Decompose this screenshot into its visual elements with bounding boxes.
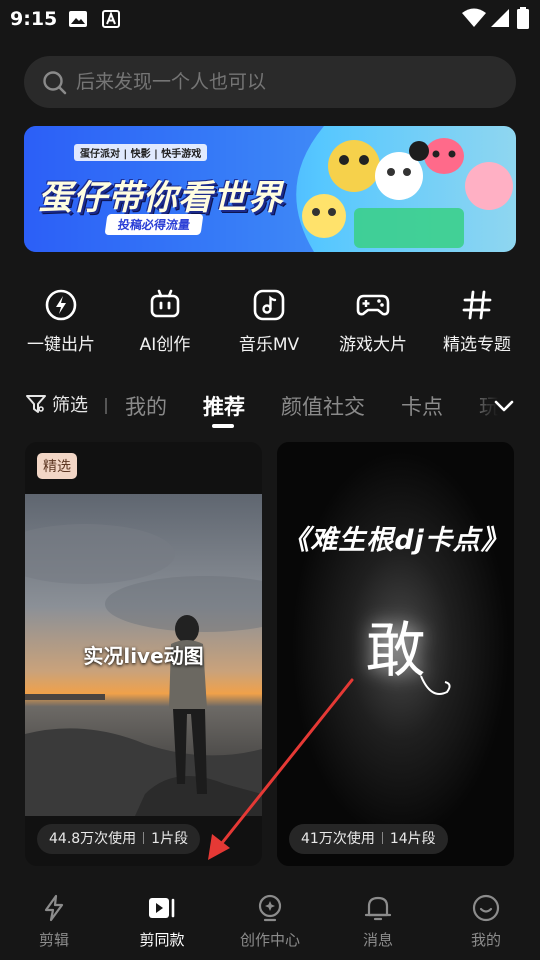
- search-icon: [43, 71, 67, 95]
- banner-brands: 蛋仔派对 | 快影 | 快手游戏: [74, 144, 208, 161]
- usage-count: 44.8万次使用: [49, 831, 137, 847]
- bulb-icon: [258, 894, 282, 922]
- robot-icon: [150, 289, 180, 318]
- center-calligraphy: 敢: [365, 616, 426, 686]
- quick-tools: 一键出片 AI创作 音乐MV 游戏大片 精选专题: [0, 284, 540, 364]
- tool-game-video[interactable]: 游戏大片: [319, 284, 427, 364]
- lightning-icon: [44, 894, 64, 922]
- tool-ai-create[interactable]: AI创作: [111, 284, 219, 364]
- music-note-icon: [253, 289, 285, 321]
- banner-cta: 投稿必得流量: [104, 214, 204, 235]
- status-bar: 9:15: [0, 0, 540, 38]
- tool-music-mv[interactable]: 音乐MV: [215, 284, 323, 364]
- tab-mine[interactable]: 我的: [125, 391, 167, 421]
- promo-banner[interactable]: 蛋仔派对 | 快影 | 快手游戏 蛋仔带你看世界 投稿必得流量: [24, 126, 516, 252]
- battery-icon: [517, 7, 529, 29]
- segment-count: 14片段: [389, 831, 436, 847]
- template-card[interactable]: 《难生根dj卡点》 敢 41万次使用 14片段: [277, 442, 514, 866]
- signal-icon: [491, 9, 509, 27]
- featured-badge: 精选: [37, 453, 77, 479]
- tool-label: AI创作: [139, 335, 191, 355]
- nav-creator-center[interactable]: 创作中心: [216, 880, 324, 960]
- nav-template[interactable]: 剪同款: [108, 880, 216, 960]
- active-tab-indicator: [212, 424, 234, 428]
- bottom-navigation: 剪辑 剪同款 创作中心 消息 我的: [0, 880, 540, 960]
- chevron-down-icon[interactable]: [492, 396, 516, 416]
- filter-icon: [26, 395, 46, 413]
- tab-beat-sync[interactable]: 卡点: [401, 391, 443, 421]
- nav-label: 创作中心: [239, 931, 300, 949]
- nav-edit[interactable]: 剪辑: [0, 880, 108, 960]
- bell-icon: [364, 896, 392, 921]
- usage-stats: 41万次使用 14片段: [289, 824, 448, 854]
- text-notification-icon: [102, 10, 120, 28]
- tab-recommended[interactable]: 推荐: [203, 391, 245, 421]
- tool-featured-topics[interactable]: 精选专题: [423, 284, 531, 364]
- tool-one-click[interactable]: 一键出片: [7, 284, 115, 364]
- nav-profile[interactable]: 我的: [432, 880, 540, 960]
- filter-label: 筛选: [52, 395, 88, 416]
- video-play-icon: [149, 898, 175, 918]
- lightning-circle-icon: [45, 289, 77, 321]
- status-time: 9:15: [10, 8, 58, 30]
- nav-label: 我的: [470, 931, 501, 949]
- usage-stats: 44.8万次使用 1片段: [37, 824, 201, 854]
- tool-label: 音乐MV: [238, 335, 300, 355]
- category-tabs: 筛选 我的 推荐 颜值社交 卡点 玩: [0, 382, 540, 430]
- nav-label: 消息: [362, 931, 393, 949]
- card-overlay-text: 实况live动图: [83, 644, 204, 668]
- gamepad-icon: [356, 294, 390, 316]
- tool-label: 精选专题: [443, 335, 511, 355]
- nav-label: 剪同款: [139, 931, 185, 949]
- tab-looks-social[interactable]: 颜值社交: [281, 391, 365, 421]
- tool-label: 一键出片: [27, 335, 95, 355]
- nav-label: 剪辑: [38, 931, 69, 949]
- calligraphy-flourish: [420, 675, 451, 695]
- card-overlay-text: 《难生根dj卡点》: [282, 525, 509, 556]
- template-card[interactable]: 精选 实况live动图 44.8万次使用 1片段: [25, 442, 262, 866]
- hashtag-icon: [462, 290, 492, 320]
- smile-icon: [472, 894, 500, 922]
- gallery-notification-icon: [69, 11, 87, 27]
- nav-messages[interactable]: 消息: [324, 880, 432, 960]
- wifi-icon: [462, 8, 486, 27]
- search-bar[interactable]: [24, 56, 516, 108]
- tool-label: 游戏大片: [339, 335, 407, 355]
- search-input[interactable]: [76, 56, 496, 108]
- tab-divider: [105, 398, 107, 414]
- banner-title: 蛋仔带你看世界: [38, 178, 283, 218]
- usage-count: 41万次使用: [301, 831, 375, 847]
- segment-count: 1片段: [151, 831, 189, 847]
